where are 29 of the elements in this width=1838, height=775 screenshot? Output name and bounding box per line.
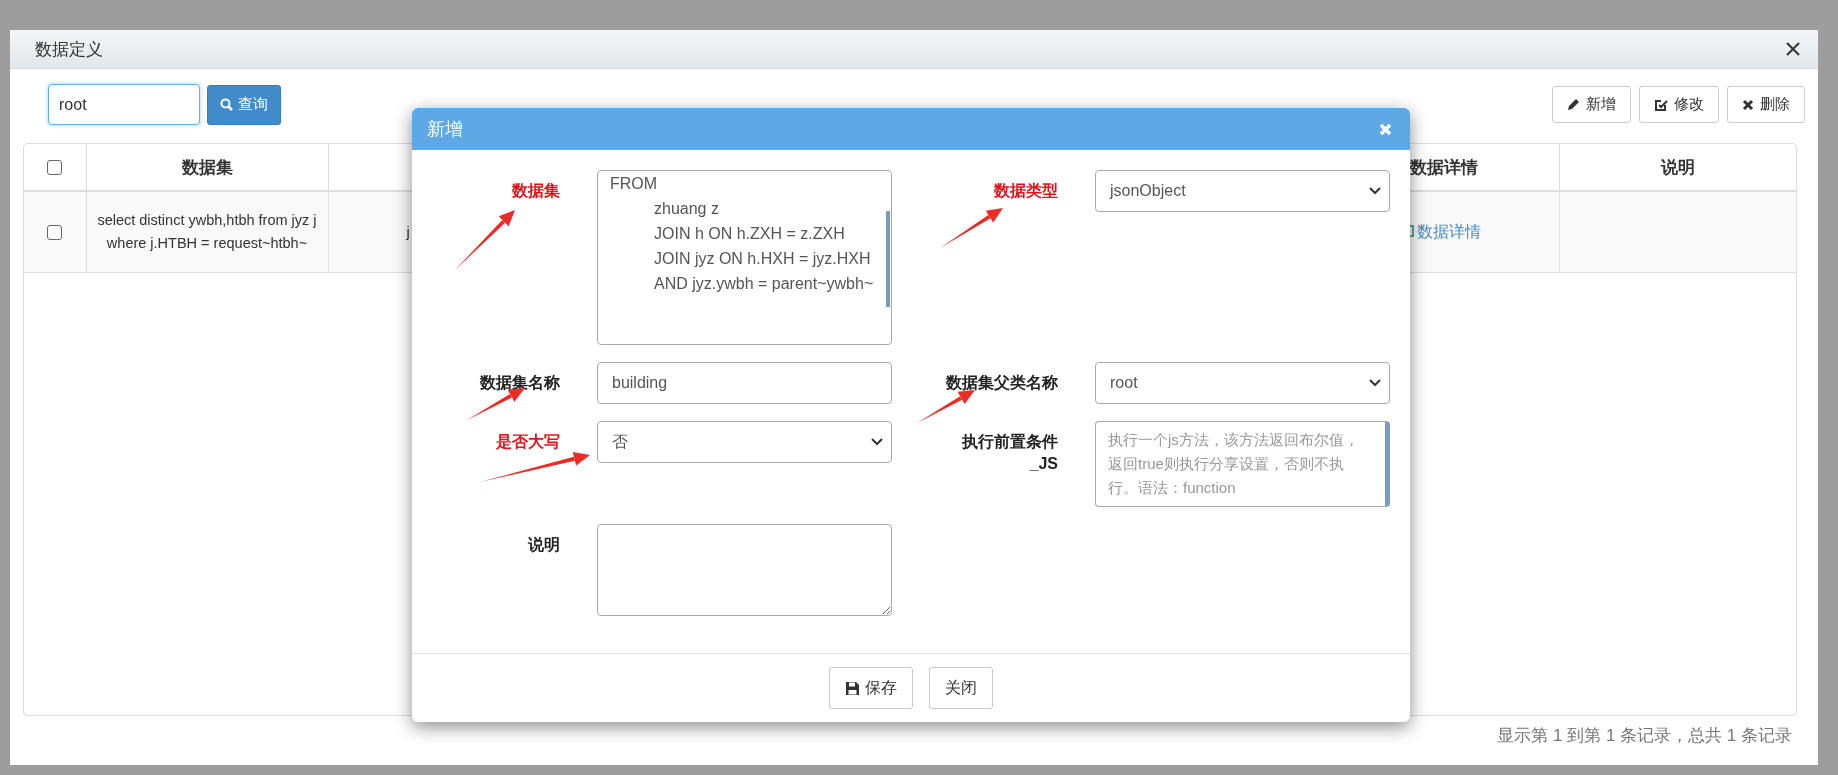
search-button[interactable]: 查询	[207, 84, 281, 125]
dialog-title: 数据定义	[35, 38, 103, 61]
field-label: 是否大写	[496, 432, 560, 452]
close-button[interactable]: 关闭	[929, 667, 993, 709]
toolbar-button[interactable]: 删除	[1727, 86, 1805, 123]
textarea-field[interactable]: 执行一个js方法，该方法返回布尔值，返回true则执行分享设置，否则不执行。语法：function	[1095, 421, 1390, 507]
sql-textarea[interactable]: FROM zhuang z JOIN h ON h.ZXH = z.ZXH JOIN jyz ON h.HXH = jyz.HXH AND jyz.ywbh = parent~ywbh~	[597, 170, 892, 345]
select-field[interactable]: 否	[597, 421, 892, 463]
search-field[interactable]: root	[48, 84, 200, 125]
toolbar-button[interactable]: 新增	[1552, 86, 1631, 123]
field-label: 数据类型	[994, 181, 1058, 201]
pagination-info: 显示第 1 到第 1 条记录，总共 1 条记录	[1497, 726, 1792, 745]
select-field[interactable]: jsonObject	[1095, 170, 1390, 212]
input-field[interactable]: building	[597, 362, 892, 404]
field-label: 说明	[528, 535, 560, 555]
column-header: 数据详情	[1409, 157, 1478, 177]
field-label: 数据集	[512, 181, 560, 201]
select-field[interactable]: root	[1095, 362, 1390, 404]
table-cell: select distinct ywbh,htbh from jyz j where j.HTBH = request~htbh~	[97, 212, 317, 251]
table-cell: j	[406, 223, 410, 240]
field-label: 执行前置条件_JS	[960, 432, 1058, 474]
toolbar-button[interactable]: 修改	[1639, 86, 1719, 123]
modal-title: 新增	[427, 118, 463, 141]
save-button[interactable]: 保存	[829, 667, 913, 709]
column-header: 说明	[1660, 157, 1695, 177]
details-link[interactable]: 数据详情	[1416, 223, 1481, 240]
column-header: 数据集	[181, 157, 233, 177]
field-label: 数据集父类名称	[946, 373, 1058, 393]
field-label: 数据集名称	[480, 373, 560, 393]
